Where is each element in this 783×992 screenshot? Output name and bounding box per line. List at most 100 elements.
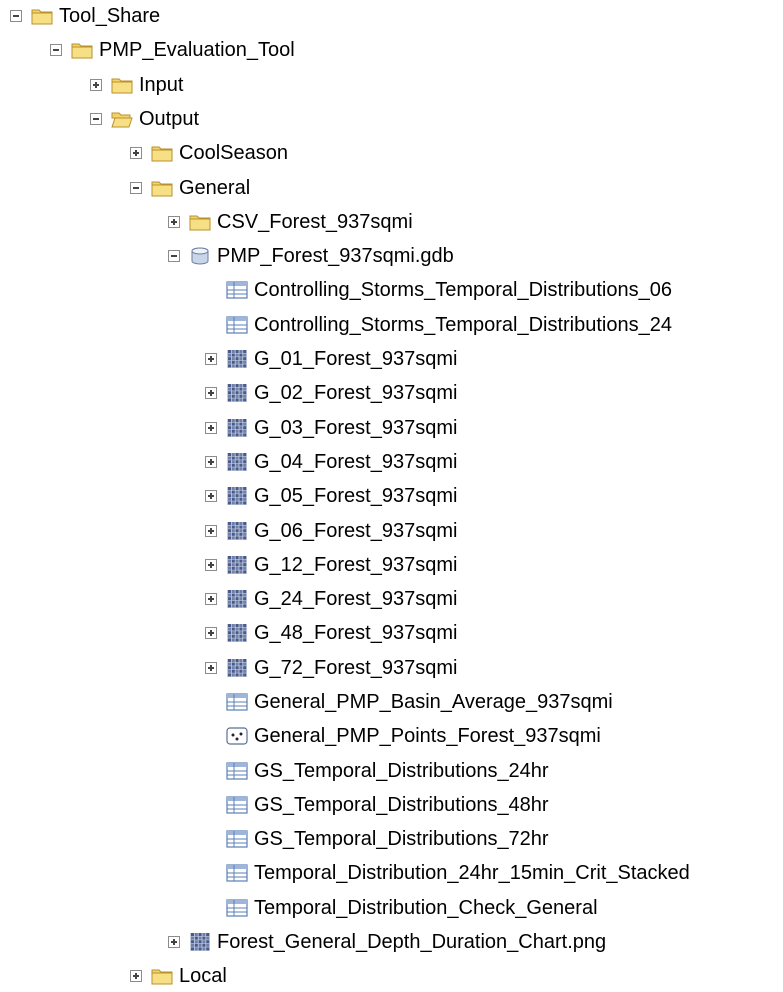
expand-icon[interactable] <box>205 387 217 399</box>
raster-icon <box>227 350 247 368</box>
collapse-icon[interactable] <box>130 182 142 194</box>
tree-item-label: Input <box>139 74 184 96</box>
point-feature-class-icon <box>226 727 248 745</box>
tree-item-g-01-forest-937sqmi[interactable]: G_01_Forest_937sqmi <box>205 343 457 375</box>
tree-item-gs-temporal-distributions-24hr[interactable]: GS_Temporal_Distributions_24hr <box>205 755 549 787</box>
expand-icon[interactable] <box>130 970 142 982</box>
tree-item-label: G_03_Forest_937sqmi <box>254 417 458 439</box>
table-icon <box>226 693 248 711</box>
tree-item-label: Output <box>139 108 200 130</box>
tree-item-label: G_04_Forest_937sqmi <box>254 451 458 473</box>
tree-item-coolseason[interactable]: CoolSeason <box>130 137 288 169</box>
tree-item-label: CoolSeason <box>179 142 288 164</box>
tree-item-gs-temporal-distributions-72hr[interactable]: GS_Temporal_Distributions_72hr <box>205 823 549 855</box>
tree-item-g-02-forest-937sqmi[interactable]: G_02_Forest_937sqmi <box>205 377 457 409</box>
geodatabase-icon <box>191 247 209 265</box>
tree-item-label: G_06_Forest_937sqmi <box>254 520 458 542</box>
tree-item-label: Temporal_Distribution_Check_General <box>254 897 598 919</box>
tree-item-g-72-forest-937sqmi[interactable]: G_72_Forest_937sqmi <box>205 652 457 684</box>
tree-item-input[interactable]: Input <box>90 69 183 101</box>
expand-icon[interactable] <box>205 422 217 434</box>
catalog-tree: Tool_Share PMP_Evaluation_Tool Input Output… <box>0 0 783 987</box>
raster-icon <box>227 624 247 642</box>
tree-item-label: G_12_Forest_937sqmi <box>254 554 458 576</box>
raster-icon <box>227 590 247 608</box>
collapse-icon[interactable] <box>50 44 62 56</box>
tree-item-pmp-evaluation-tool[interactable]: PMP_Evaluation_Tool <box>50 34 295 66</box>
expand-icon[interactable] <box>205 353 217 365</box>
tree-item-temporal-distribution-check-general[interactable]: Temporal_Distribution_Check_General <box>205 892 598 924</box>
tree-item-label: Temporal_Distribution_24hr_15min_Crit_St… <box>254 862 690 884</box>
table-icon <box>226 762 248 780</box>
tree-item-csv-forest-937sqmi[interactable]: CSV_Forest_937sqmi <box>168 206 413 238</box>
folder-icon <box>111 78 133 94</box>
folder-icon <box>151 969 173 985</box>
tree-item-g-04-forest-937sqmi[interactable]: G_04_Forest_937sqmi <box>205 446 457 478</box>
expand-icon[interactable] <box>205 559 217 571</box>
tree-item-gs-temporal-distributions-48hr[interactable]: GS_Temporal_Distributions_48hr <box>205 789 549 821</box>
collapse-icon[interactable] <box>10 10 22 22</box>
collapse-icon[interactable] <box>168 250 180 262</box>
expand-icon[interactable] <box>205 525 217 537</box>
expand-icon[interactable] <box>130 147 142 159</box>
tree-item-controlling-storms-temporal-distributions-06[interactable]: Controlling_Storms_Temporal_Distribution… <box>205 274 672 306</box>
tree-item-forest-general-depth-duration-chart-png[interactable]: Forest_General_Depth_Duration_Chart.png <box>168 926 606 958</box>
table-icon <box>226 864 248 882</box>
expand-icon[interactable] <box>90 79 102 91</box>
raster-icon <box>227 384 247 402</box>
tree-item-tool-share[interactable]: Tool_Share <box>10 0 160 32</box>
tree-item-label: General <box>179 177 251 199</box>
tree-item-label: General_PMP_Basin_Average_937sqmi <box>254 691 613 713</box>
collapse-icon[interactable] <box>90 113 102 125</box>
tree-item-general-pmp-basin-average-937sqmi[interactable]: General_PMP_Basin_Average_937sqmi <box>205 686 613 718</box>
tree-item-general[interactable]: General <box>130 172 250 204</box>
tree-item-g-05-forest-937sqmi[interactable]: G_05_Forest_937sqmi <box>205 480 457 512</box>
tree-item-label: PMP_Evaluation_Tool <box>99 39 295 61</box>
tree-item-label: PMP_Forest_937sqmi.gdb <box>217 245 454 267</box>
table-icon <box>226 281 248 299</box>
table-icon <box>226 899 248 917</box>
tree-item-label: G_01_Forest_937sqmi <box>254 348 458 370</box>
tree-item-output[interactable]: Output <box>90 103 199 135</box>
tree-item-g-03-forest-937sqmi[interactable]: G_03_Forest_937sqmi <box>205 412 457 444</box>
raster-icon <box>227 487 247 505</box>
tree-item-label: Controlling_Storms_Temporal_Distribution… <box>254 279 672 301</box>
tree-item-temporal-distribution-24hr-15min-crit-stacked[interactable]: Temporal_Distribution_24hr_15min_Crit_St… <box>205 857 690 889</box>
folder-icon <box>151 181 173 197</box>
expand-icon[interactable] <box>205 593 217 605</box>
tree-item-label: Local <box>179 965 227 987</box>
tree-item-controlling-storms-temporal-distributions-24[interactable]: Controlling_Storms_Temporal_Distribution… <box>205 309 672 341</box>
tree-item-label: Tool_Share <box>59 5 161 27</box>
tree-item-g-12-forest-937sqmi[interactable]: G_12_Forest_937sqmi <box>205 549 457 581</box>
tree-item-label: Controlling_Storms_Temporal_Distribution… <box>254 314 672 336</box>
expand-icon[interactable] <box>168 216 180 228</box>
raster-icon <box>227 453 247 471</box>
tree-item-g-06-forest-937sqmi[interactable]: G_06_Forest_937sqmi <box>205 515 457 547</box>
tree-item-label: GS_Temporal_Distributions_48hr <box>254 794 549 816</box>
expand-icon[interactable] <box>205 627 217 639</box>
raster-icon <box>190 933 210 951</box>
tree-item-label: G_24_Forest_937sqmi <box>254 588 458 610</box>
table-icon <box>226 796 248 814</box>
tree-item-label: G_72_Forest_937sqmi <box>254 657 458 679</box>
tree-item-g-24-forest-937sqmi[interactable]: G_24_Forest_937sqmi <box>205 583 457 615</box>
table-icon <box>226 830 248 848</box>
tree-item-pmp-forest-937sqmi-gdb[interactable]: PMP_Forest_937sqmi.gdb <box>168 240 454 272</box>
expand-icon[interactable] <box>205 490 217 502</box>
raster-icon <box>227 659 247 677</box>
tree-item-general-pmp-points-forest-937sqmi[interactable]: General_PMP_Points_Forest_937sqmi <box>205 720 601 752</box>
expand-icon[interactable] <box>205 662 217 674</box>
tree-item-label: General_PMP_Points_Forest_937sqmi <box>254 725 601 747</box>
expand-icon[interactable] <box>205 456 217 468</box>
expand-icon[interactable] <box>168 936 180 948</box>
tree-item-label: G_05_Forest_937sqmi <box>254 485 458 507</box>
tree-item-label: G_48_Forest_937sqmi <box>254 622 458 644</box>
tree-item-local[interactable]: Local <box>130 960 227 992</box>
tree-item-g-48-forest-937sqmi[interactable]: G_48_Forest_937sqmi <box>205 617 457 649</box>
folder-icon <box>189 215 211 231</box>
raster-icon <box>227 419 247 437</box>
folder-open-icon <box>111 112 133 128</box>
folder-icon <box>71 43 93 59</box>
folder-icon <box>151 146 173 162</box>
tree-item-label: Forest_General_Depth_Duration_Chart.png <box>217 931 607 953</box>
